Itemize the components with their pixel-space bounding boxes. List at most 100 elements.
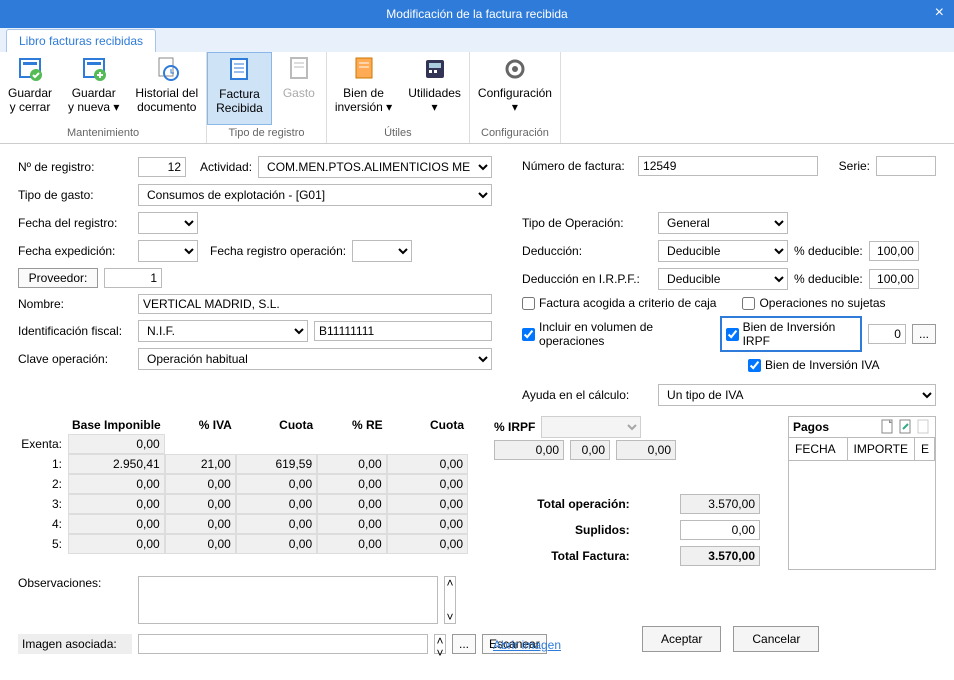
ribbon-bien-inversion[interactable]: Bien deinversión ▾ [327,52,400,125]
ribbon: Guardary cerrarGuardary nueva ▾Historial… [0,52,954,144]
tab-libro-facturas[interactable]: Libro facturas recibidas [6,29,156,52]
proveedor-button[interactable]: Proveedor: [18,268,98,288]
cuota-4[interactable] [236,514,317,534]
id-fiscal-label: Identificación fiscal: [18,324,132,338]
irpf-pct [570,440,610,460]
close-icon[interactable]: × [935,4,944,22]
piva-5[interactable] [165,534,236,554]
imagen-asociada-input[interactable] [138,634,428,654]
fecha-exp-label: Fecha expedición: [18,244,132,258]
op-no-sujetas-check[interactable]: Operaciones no sujetas [742,296,885,310]
cuota-3[interactable] [236,494,317,514]
cuota-1[interactable] [236,454,317,474]
id-fiscal-input[interactable] [314,321,492,341]
base-1[interactable] [68,454,165,474]
abrir-imagen-link[interactable]: Abrir imagen [493,638,561,652]
piva-3[interactable] [165,494,236,514]
pre-1[interactable] [317,454,387,474]
piva-1[interactable] [165,454,236,474]
fecha-reg-op-input[interactable] [352,240,412,262]
clave-op-label: Clave operación: [18,352,132,366]
hdr-pct-irpf: % IRPF [494,420,535,434]
ayuda-calculo-select[interactable]: Un tipo de IVA [658,384,936,406]
pre-3[interactable] [317,494,387,514]
pre-5[interactable] [317,534,387,554]
cuotare-1[interactable] [387,454,468,474]
actividad-label: Actividad: [200,160,252,174]
fecha-exp-input[interactable] [138,240,198,262]
num-registro-label: Nº de registro: [18,160,132,174]
ribbon-guardar-cerrar[interactable]: Guardary cerrar [0,52,60,125]
proveedor-input[interactable] [104,268,162,288]
pct-deducible-input[interactable] [869,241,919,261]
deduccion-irpf-label: Deducción en I.R.P.F.: [522,272,652,286]
tipo-operacion-select[interactable]: General [658,212,788,234]
num-factura-label: Número de factura: [522,159,632,173]
nombre-input[interactable] [138,294,492,314]
irpf-cuota [616,440,676,460]
cancelar-button[interactable]: Cancelar [733,626,819,652]
id-fiscal-tipo-select[interactable]: N.I.F. [138,320,308,342]
hdr-base: Base Imponible [68,416,165,434]
img-spin[interactable]: ˄˅ [434,634,446,654]
imagen-dots-button[interactable]: ... [452,634,476,654]
ribbon-gasto: Gasto [272,52,326,125]
pct-deducible-label: % deducible: [794,244,863,258]
ribbon-historial[interactable]: Historial deldocumento [127,52,206,125]
serie-input[interactable] [876,156,936,176]
base-2[interactable] [68,474,165,494]
pagos-title: Pagos [793,420,829,434]
pagos-col-fecha[interactable]: FECHA [789,438,848,460]
deduccion-label: Deducción: [522,244,652,258]
actividad-select[interactable]: COM.MEN.PTOS.ALIMENTICIOS ME [258,156,492,178]
tipo-operacion-label: Tipo de Operación: [522,216,652,230]
total-fac [680,546,760,566]
bien-inversion-irpf-dots[interactable]: ... [912,324,936,344]
base-3[interactable] [68,494,165,514]
pre-4[interactable] [317,514,387,534]
observaciones-textarea[interactable] [138,576,438,624]
suplidos[interactable] [680,520,760,540]
fecha-registro-input[interactable] [138,212,198,234]
obs-spin[interactable]: ˄˅ [444,576,456,624]
ayuda-calculo-label: Ayuda en el cálculo: [522,388,652,402]
add-page-icon[interactable] [881,419,895,435]
ribbon-utilidades[interactable]: Utilidades▾ [400,52,469,125]
cuota-5[interactable] [236,534,317,554]
base-5[interactable] [68,534,165,554]
deduccion-irpf-select[interactable]: Deducible [658,268,788,290]
del-page-icon[interactable] [917,419,931,435]
cuotare-5[interactable] [387,534,468,554]
ribbon-guardar-nueva[interactable]: Guardary nueva ▾ [60,52,127,125]
piva-4[interactable] [165,514,236,534]
ribbon-configuracion[interactable]: Configuración▾ [470,52,560,125]
cuotare-4[interactable] [387,514,468,534]
bien-inversion-irpf-check[interactable]: Bien de Inversión IRPF [720,316,862,352]
bien-inversion-iva-check[interactable]: Bien de Inversión IVA [748,358,880,372]
deduccion-select[interactable]: Deducible [658,240,788,262]
pagos-col-e[interactable]: E [915,438,935,460]
cuota-2[interactable] [236,474,317,494]
tipo-gasto-select[interactable]: Consumos de explotación - [G01] [138,184,492,206]
pct-deducible-irpf-input[interactable] [869,269,919,289]
num-registro-input[interactable] [138,157,186,177]
cuotare-3[interactable] [387,494,468,514]
incluir-volumen-check[interactable]: Incluir en volumen de operaciones [522,320,708,348]
bien-inversion-irpf-input[interactable] [868,324,906,344]
base-4[interactable] [68,514,165,534]
window-title: Modificación de la factura recibida [386,7,567,21]
pagos-col-importe[interactable]: IMPORTE [848,438,915,460]
pct-deducible-irpf-label: % deducible: [794,272,863,286]
edit-page-icon[interactable] [899,419,913,435]
suplidos-label: Suplidos: [490,518,636,542]
aceptar-button[interactable]: Aceptar [642,626,721,652]
clave-op-select[interactable]: Operación habitual [138,348,492,370]
pre-2[interactable] [317,474,387,494]
ribbon-factura-recibida[interactable]: FacturaRecibida [207,52,272,125]
piva-2[interactable] [165,474,236,494]
iva-table: Base Imponible % IVA Cuota % RE Cuota Ex… [18,416,468,570]
cuotare-2[interactable] [387,474,468,494]
num-factura-input[interactable] [638,156,818,176]
imagen-asociada-label: Imagen asociada: [18,634,132,654]
factura-caja-check[interactable]: Factura acogida a criterio de caja [522,296,716,310]
